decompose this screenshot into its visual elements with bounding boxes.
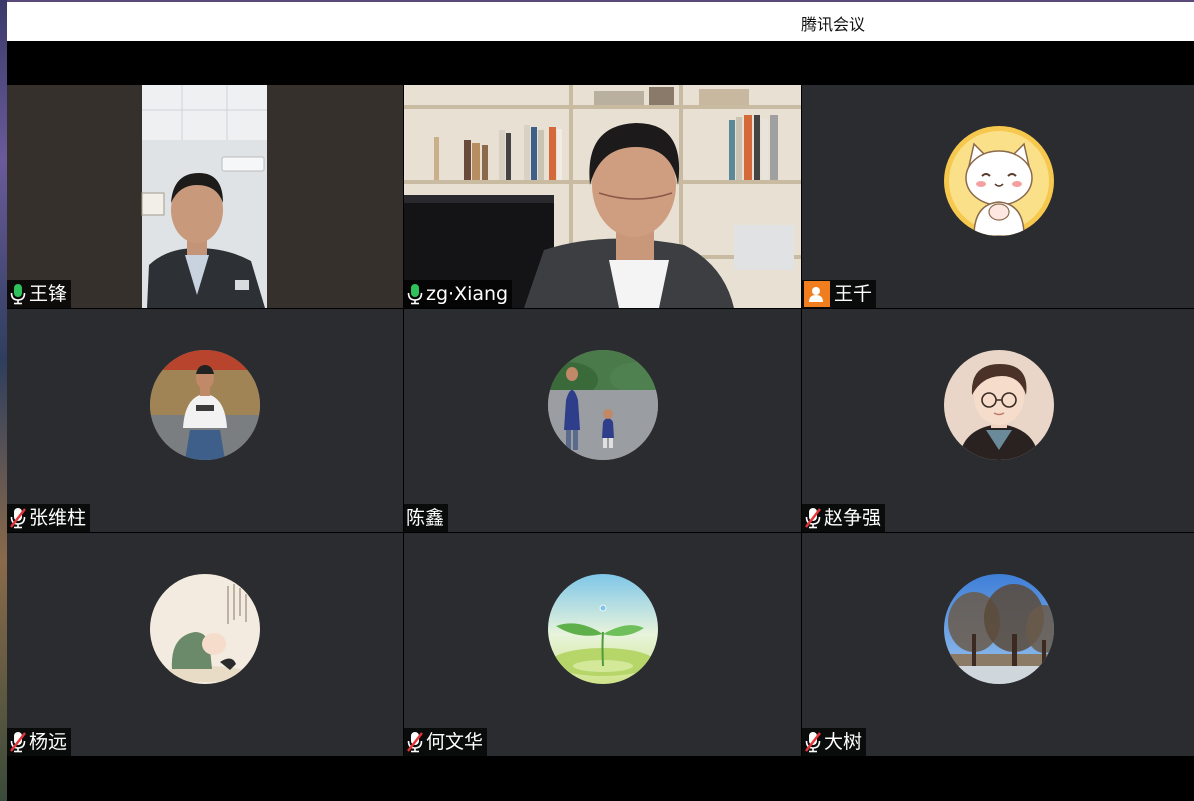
participant-tile-3[interactable]: 王千 (802, 85, 1194, 308)
participant-name-tag: 杨远 (7, 728, 72, 756)
participant-tile-7[interactable]: 杨远 (7, 533, 403, 756)
participant-name-tag: 张维柱 (7, 504, 91, 532)
participant-tile-8[interactable]: 何文华 (404, 533, 801, 756)
participant-video-feed (7, 85, 403, 308)
participant-name-tag: zg·Xiang (404, 280, 513, 308)
microphone-icon (10, 284, 26, 305)
participant-name: zg·Xiang (426, 283, 509, 305)
microphone-muted-icon (10, 732, 26, 753)
participant-name: 赵争强 (824, 507, 882, 529)
microphone-muted-icon (805, 732, 821, 753)
participant-name-tag: 何文华 (404, 728, 488, 756)
participant-avatar (547, 574, 658, 684)
participant-avatar (150, 350, 260, 460)
participant-avatar (943, 126, 1054, 236)
participant-name: 杨远 (29, 731, 68, 753)
window-title: 腾讯会议 (800, 15, 866, 34)
title-bar[interactable]: 腾讯会议 (7, 2, 1194, 41)
participant-name: 王千 (834, 283, 873, 305)
participant-tile-5[interactable]: 陈鑫 (404, 309, 801, 532)
microphone-icon (407, 284, 423, 305)
participant-name-tag: 赵争强 (802, 504, 886, 532)
participant-tile-9[interactable]: 大树 (802, 533, 1194, 756)
participant-name: 何文华 (426, 731, 484, 753)
participant-tile-4[interactable]: 张维柱 (7, 309, 403, 532)
meeting-window: 腾讯会议 王锋 zg·Xiang 王千 张维柱 陈鑫 赵争强 杨远 何文华 大树 (7, 2, 1194, 801)
participant-tile-1[interactable]: 王锋 (7, 85, 403, 308)
participant-name-tag: 王锋 (7, 280, 72, 308)
user-placeholder-icon (804, 281, 830, 307)
microphone-muted-icon (805, 508, 821, 529)
participant-video-feed (404, 85, 801, 308)
participant-name: 王锋 (29, 283, 68, 305)
participant-avatar (547, 350, 658, 460)
participant-name: 张维柱 (29, 507, 87, 529)
video-grid: 王锋 zg·Xiang 王千 张维柱 陈鑫 赵争强 杨远 何文华 大树 (7, 85, 1194, 757)
participant-name-tag: 大树 (802, 728, 867, 756)
participant-name-tag: 陈鑫 (404, 504, 449, 532)
participant-name: 陈鑫 (406, 507, 445, 529)
microphone-muted-icon (407, 732, 423, 753)
desktop-edge (0, 0, 7, 801)
participant-avatar (943, 574, 1054, 684)
participant-avatar (150, 574, 260, 684)
participant-name-tag: 王千 (802, 280, 877, 308)
microphone-muted-icon (10, 508, 26, 529)
participant-name: 大树 (824, 731, 863, 753)
participant-tile-6[interactable]: 赵争强 (802, 309, 1194, 532)
participant-tile-2[interactable]: zg·Xiang (404, 85, 801, 308)
participant-avatar (943, 350, 1054, 460)
